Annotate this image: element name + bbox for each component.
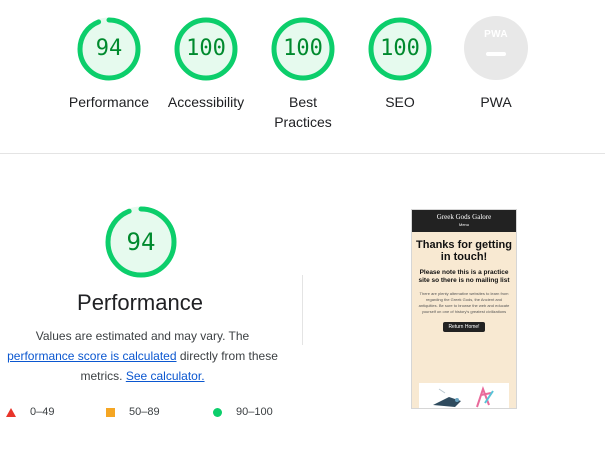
gauge-performance[interactable]: 94 Performance — [63, 16, 155, 112]
thumb-return-home-button: Return Home! — [443, 322, 485, 332]
square-icon — [106, 407, 115, 417]
gauge-score: 100 — [186, 36, 226, 61]
performance-gauge: 94 — [104, 205, 178, 279]
gauge-seo[interactable]: 100 SEO — [354, 16, 446, 112]
gauge-score: 94 — [95, 36, 123, 61]
gauge-score: 100 — [283, 36, 323, 61]
dash-icon — [486, 52, 506, 56]
thumb-note: Please note this is a practice site so t… — [418, 269, 510, 284]
gauge-label: PWA — [480, 94, 512, 110]
desc-text: Values are estimated and may vary. The — [35, 329, 250, 343]
final-screenshot-thumbnail[interactable]: Greek Gods Galore Menu Thanks for gettin… — [411, 209, 517, 409]
pwa-badge-text: PWA — [484, 29, 508, 40]
legend-fail: 0–49 — [6, 402, 54, 422]
performance-title: Performance — [77, 290, 203, 315]
vertical-separator — [302, 275, 303, 345]
score-ring: 100 — [173, 16, 239, 82]
gauge-label: SEO — [385, 94, 415, 110]
thumb-body: There are plenty alternative websites to… — [418, 291, 510, 314]
gauge-pwa[interactable]: PWA PWA — [450, 16, 542, 112]
score-calculated-link[interactable]: performance score is calculated — [7, 349, 176, 363]
performance-description: Values are estimated and may vary. The p… — [0, 326, 285, 386]
category-gauges: 94 Performance 100 Accessibility 100 Bes… — [0, 0, 605, 153]
pwa-badge-icon: PWA — [464, 16, 528, 80]
circle-icon — [213, 407, 222, 417]
gauge-best-practices[interactable]: 100 Best Practices — [257, 16, 349, 132]
legend-average: 50–89 — [106, 402, 160, 422]
triangle-icon — [6, 407, 16, 417]
score-legend: 0–49 50–89 90–100 — [0, 402, 300, 422]
gauge-label: Best Practices — [274, 94, 332, 130]
thumb-heading: Thanks for getting in touch! — [416, 239, 512, 263]
thumb-menu: Menu — [458, 222, 469, 227]
score-ring: 100 — [367, 16, 433, 82]
thumb-illustration — [419, 383, 509, 408]
score-ring: 94 — [76, 16, 142, 82]
thumb-site-title: Greek Gods Galore — [436, 213, 492, 221]
gauge-accessibility[interactable]: 100 Accessibility — [160, 16, 252, 112]
see-calculator-link[interactable]: See calculator. — [126, 369, 205, 383]
gauge-label: Performance — [68, 94, 150, 110]
legend-pass: 90–100 — [213, 402, 273, 422]
score-ring: 100 — [270, 16, 336, 82]
thumb-site-header: Greek Gods Galore Menu — [412, 210, 516, 232]
performance-score: 94 — [126, 228, 156, 256]
gauge-label: Accessibility — [167, 94, 245, 110]
gauge-score: 100 — [380, 36, 420, 61]
section-divider — [0, 153, 605, 154]
